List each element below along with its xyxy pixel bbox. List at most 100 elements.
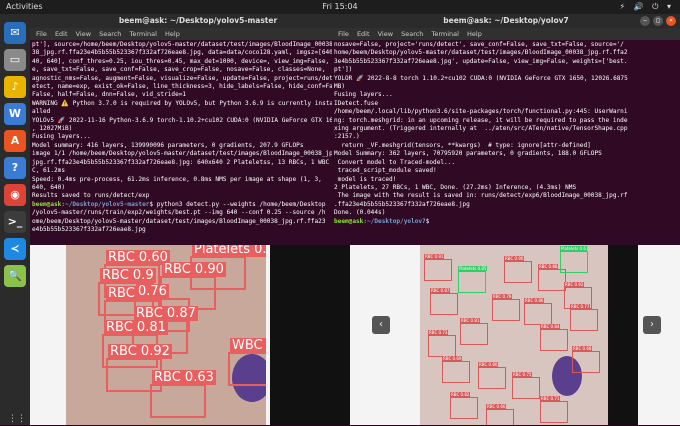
terminal-yolov5[interactable]: beem@ask: ~/Desktop/yolov5-master File E… <box>30 14 366 245</box>
detection-label: RBC 0.81 <box>460 318 481 323</box>
detection-label: Platelets 0.6 <box>560 246 587 251</box>
detection-box <box>458 271 486 293</box>
detection-box <box>478 367 506 389</box>
files-icon[interactable]: ▭ <box>4 49 26 71</box>
next-image-button[interactable]: › <box>643 316 661 334</box>
detection-box <box>512 377 540 399</box>
terminal-prompt[interactable]: beem@ask:~/Desktop/yolov5-master$ python… <box>32 201 366 209</box>
terminal-line: Done. (0.044s) <box>334 209 386 217</box>
detection-label: RBC 0.88 <box>538 264 559 269</box>
terminal-line: WARNING ⚠️ Python 3.7.0 is required by Y… <box>32 99 348 107</box>
detection-label: RBC 0.80 <box>478 362 499 367</box>
terminal-line: model is traced! <box>334 175 397 183</box>
activities-button[interactable]: Activities <box>6 0 43 14</box>
dark-panel-right <box>608 242 638 425</box>
rhythmbox-icon[interactable]: ♪ <box>4 76 26 98</box>
detection-label: 0.76 <box>136 284 169 299</box>
software-center-icon[interactable]: A <box>4 130 26 152</box>
prompt-command: $ python3 detect.py --weights /home/beem… <box>149 200 326 208</box>
terminal-line: Model summary: 416 layers, 139990096 par… <box>32 141 304 149</box>
terminal-line: Model Summary: 362 layers, 70795920 para… <box>334 150 602 158</box>
terminal-line: return _VF.meshgrid(tensors, **kwargs) #… <box>334 141 591 149</box>
terminal-menu[interactable]: File Edit View Search Terminal Help <box>30 28 366 40</box>
terminal-line: e4b5b55b523367f332af726eae8.jpg <box>32 225 146 233</box>
terminal-menu[interactable]: File Edit View Search Terminal Help <box>332 28 680 40</box>
maximize-icon[interactable]: □ <box>653 16 663 26</box>
detection-label: RBC 0.92 <box>108 344 172 359</box>
terminal-line: etect, name=exp, exist_ok=False, line_th… <box>32 83 348 91</box>
terminal-prompt[interactable]: beem@ask:~/Desktop/yolov7$ <box>334 218 628 226</box>
detection-label: RBC 0.71 <box>540 396 561 401</box>
terminal-line: , 12027MiB) <box>32 125 73 133</box>
terminal-line: agnostic_nms=False, augment=False, visua… <box>32 74 348 82</box>
previous-image-button[interactable]: ‹ <box>372 316 390 334</box>
terminal-line: pt']) <box>334 66 353 74</box>
terminal-line: Fusing layers... <box>334 91 393 99</box>
prompt-user: beem@ask <box>32 200 62 208</box>
libreoffice-writer-icon[interactable]: W <box>4 103 26 125</box>
detection-label: RBC 0.87 <box>134 306 198 321</box>
vscode-icon[interactable]: ≺ <box>4 238 26 260</box>
terminal-line: nosave=False, project='runs/detect', sav… <box>334 41 624 48</box>
detection-box <box>524 303 552 325</box>
detection-label: RBC 0.63 <box>152 370 216 385</box>
image-viewer-icon[interactable]: 🔍 <box>4 265 26 287</box>
show-applications-icon[interactable]: ⋮⋮ <box>8 412 26 426</box>
system-tray[interactable]: ⚡ 🔊 ⏻ ▾ <box>619 0 674 14</box>
yolov7-detection-image: RBC 0.91 Platelets 0.85 RBC 0.90 RBC 0.88 RB… <box>420 242 608 425</box>
detection-label: RBC 0.81 <box>104 320 168 335</box>
detection-label: RBC 0.68 <box>572 346 593 351</box>
detection-box <box>460 323 488 345</box>
detection-label: RBC 0.87 <box>430 288 451 293</box>
detection-label: RBC 0.82 <box>450 392 471 397</box>
terminal-line: False, half=False, dnn=False, vid_stride… <box>32 91 187 99</box>
detection-label: RBC 0.9 <box>100 268 156 283</box>
terminal-line: IDetect.fuse <box>334 99 379 107</box>
prompt-path: :~/Desktop/yolov7 <box>363 217 426 225</box>
minimize-icon[interactable]: – <box>640 16 650 26</box>
terminal-line: YOLOR 🚀 2022-8-8 torch 1.10.2+cu102 CUDA… <box>334 74 628 82</box>
terminal-line: :2157.) <box>334 133 360 141</box>
terminal-line: alled <box>32 108 51 116</box>
detection-label: RBC 0.90 <box>504 256 525 261</box>
detection-label: WBC 0.9 <box>230 338 266 353</box>
prompt-user: beem@ask <box>334 217 364 225</box>
detection-box <box>540 329 568 351</box>
terminal-output: pt'], source=/home/beem/Desktop/yolov5-m… <box>32 41 366 234</box>
terminal-line: /home/beem/.local/lib/python3.6/site-pac… <box>334 108 628 116</box>
detection-label: RBC 0.69 <box>442 356 463 361</box>
terminal-line: .ffa23e4b5b55b523367f332af726eae8.jpg <box>334 200 470 208</box>
terminal-line: home/beem/Desktop/yolov5-master/dataset/… <box>334 49 628 57</box>
terminal-line: 2 Platelets, 27 RBCs, 1 WBC, Done. (27.2… <box>334 183 577 191</box>
terminal-line: jpg.rf.ffa23e4b5b55b523367f332af726eae8.… <box>32 158 330 166</box>
help-icon[interactable]: ? <box>4 157 26 179</box>
terminal-title-bar[interactable]: beem@ask: ~/Desktop/yolov5-master <box>30 14 366 28</box>
terminal-line: ome/beem/Desktop/yolov5-master/dataset/t… <box>32 217 326 225</box>
detection-box <box>560 251 588 273</box>
detection-label: RBC 0.86 <box>524 298 545 303</box>
terminal-line: 40, 640], conf_thres=0.25, iou_thres=0.4… <box>32 57 366 65</box>
terminal-line: C, 61.2ms <box>32 167 66 175</box>
terminal-line: MB) <box>334 83 346 91</box>
dock: ✉ ▭ ♪ W A? ◉ >_ ≺ 🔍 ⋮⋮ <box>0 14 30 425</box>
terminal-icon[interactable]: >_ <box>4 211 26 233</box>
terminal-line: Results saved to runs/detect/exp <box>32 192 150 200</box>
detection-box <box>486 409 514 425</box>
prompt-path: :~/Desktop/yolov5-master <box>61 200 150 208</box>
prompt-command: $ <box>425 217 434 225</box>
detection-box <box>442 361 470 383</box>
chrome-icon[interactable]: ◉ <box>4 184 26 206</box>
terminal-line: The image with the result is saved in: r… <box>334 192 628 200</box>
terminal-line: YOLOv5 🚀 2022-11-16 Python-3.6.9 torch-1… <box>32 116 341 124</box>
terminal-line: Convert model to Traced-model... <box>334 158 456 166</box>
thunderbird-icon[interactable]: ✉ <box>4 22 26 44</box>
detection-label: RBC 0.79 <box>492 294 513 299</box>
detection-box <box>424 259 452 281</box>
terminal-line: pt'], source=/home/beem/Desktop/yolov5-m… <box>32 41 366 48</box>
detection-label: Platelets 0.85 <box>458 266 488 271</box>
terminal-line: 3e4b5b55b523367f332af726eae8.jpg', updat… <box>334 57 628 65</box>
terminal-yolov7[interactable]: beem@ask: ~/Desktop/yolov7 – □ × File Ed… <box>332 14 680 245</box>
clock[interactable]: Fri 15:04 <box>310 0 370 14</box>
close-icon[interactable]: × <box>666 16 676 26</box>
terminal-title-bar[interactable]: beem@ask: ~/Desktop/yolov7 <box>332 14 680 28</box>
